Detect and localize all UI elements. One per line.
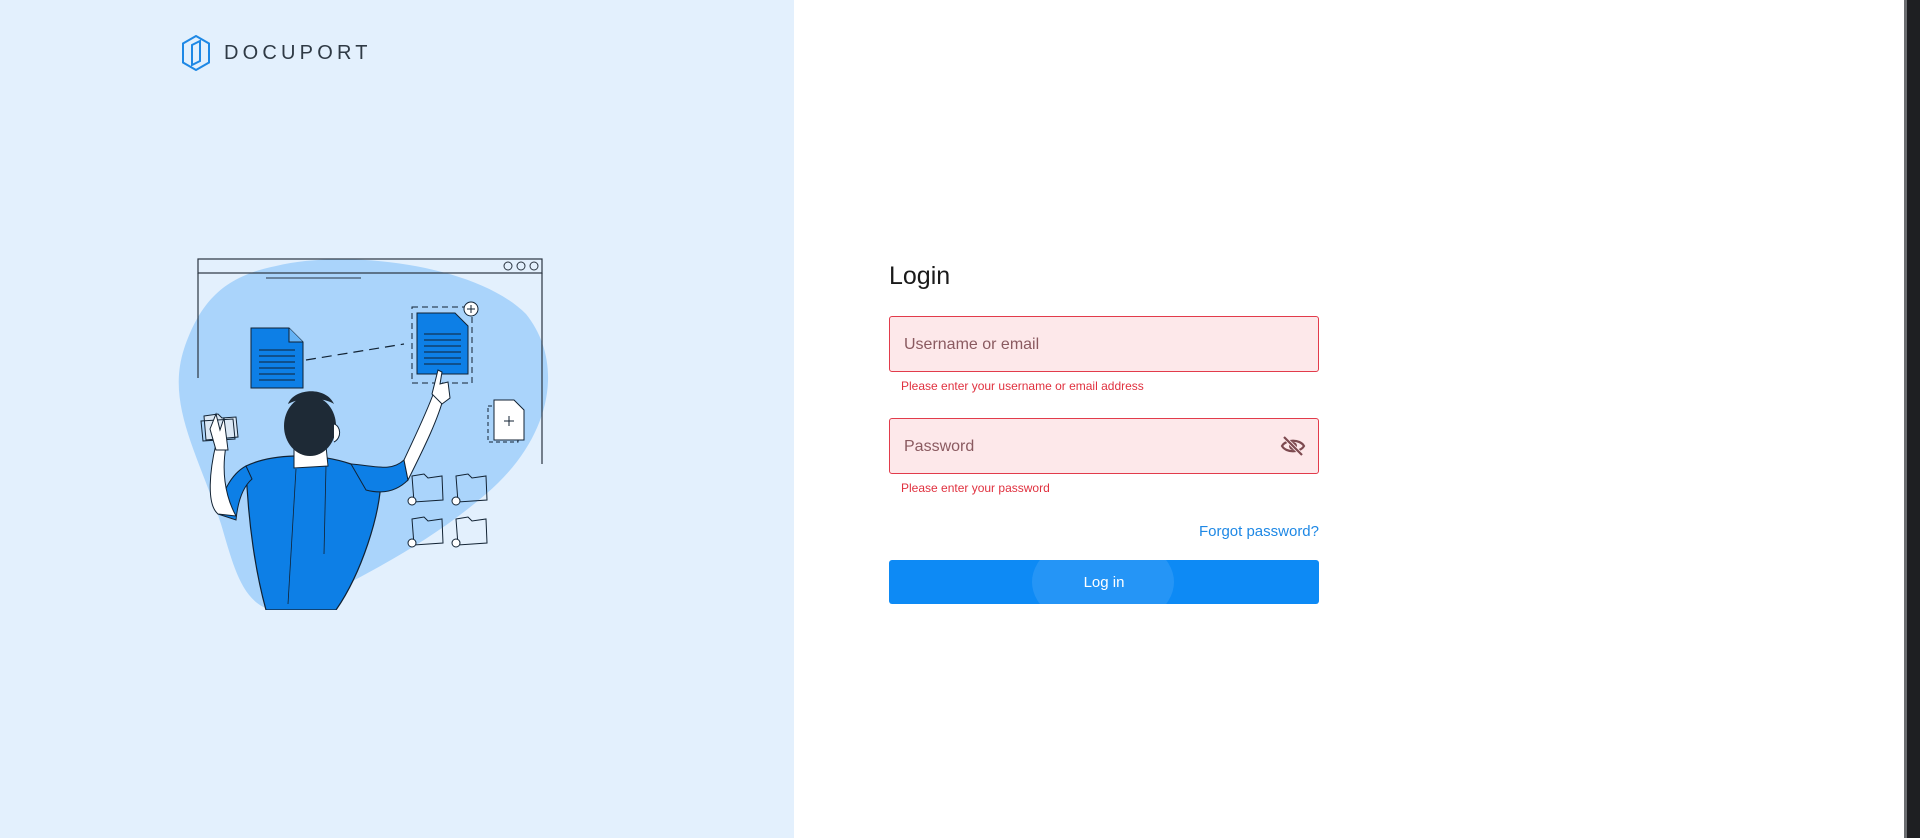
scrollbar[interactable]: [1904, 0, 1920, 838]
docuport-logo-icon: [182, 35, 210, 71]
password-field[interactable]: [889, 418, 1319, 475]
scrollbar-gutter: [1904, 0, 1907, 838]
brand-name: DOCUPORT: [224, 41, 372, 64]
eye-off-icon[interactable]: [1280, 434, 1306, 458]
person-organizing-documents-illustration: [178, 258, 549, 610]
left-panel: DOCUPORT: [0, 0, 794, 838]
password-input[interactable]: [902, 419, 1266, 475]
brand-logo: DOCUPORT: [181, 35, 372, 71]
password-error: Please enter your password: [901, 481, 1050, 495]
login-form: Login Please enter your username or emai…: [889, 258, 1319, 604]
username-field[interactable]: [889, 316, 1319, 373]
login-button-label: Log in: [1083, 573, 1125, 591]
login-title: Login: [889, 262, 951, 290]
username-error: Please enter your username or email addr…: [901, 379, 1144, 393]
username-input[interactable]: [902, 317, 1266, 373]
login-button[interactable]: Log in: [889, 560, 1319, 604]
forgot-password-link[interactable]: Forgot password?: [1199, 523, 1319, 540]
